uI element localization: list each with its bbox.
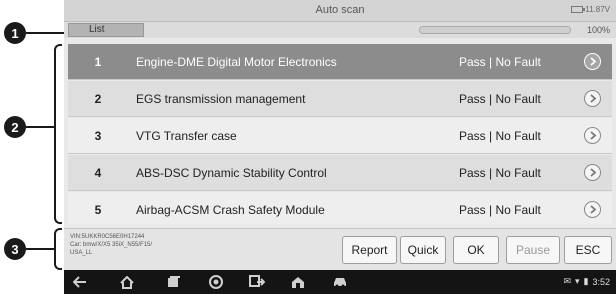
car-text: Car: bmw/X/X5 35iX_N55/F15/: [70, 242, 153, 248]
tab-list[interactable]: List: [68, 23, 144, 37]
diagnostics-home-icon[interactable]: [290, 274, 306, 290]
chevron-right-icon[interactable]: [584, 127, 601, 144]
function-bar: VIN:5UKKR0C56E0H17244 Car: bmw/X/X5 35iX…: [64, 228, 616, 270]
back-icon[interactable]: [72, 274, 88, 290]
system-status-text: Pass | No Fault: [459, 203, 541, 217]
system-name: EGS transmission management: [136, 92, 306, 106]
system-row[interactable]: 5 Airbag-ACSM Crash Safety Module Pass | N…: [68, 192, 612, 224]
quick-button[interactable]: Quick: [400, 236, 446, 264]
system-status-text: Pass | No Fault: [459, 55, 541, 69]
android-nav-bar: ✉ ▾ ▮ 3:52: [64, 270, 616, 294]
vci-icon[interactable]: [249, 274, 265, 290]
scan-progress-text: 100%: [586, 25, 610, 35]
chrome-icon[interactable]: [208, 274, 224, 290]
callout-1-leader: [26, 32, 64, 34]
system-list: 1 Engine-DME Digital Motor Electronics Pas…: [68, 44, 612, 224]
callout-2-bracket: [54, 44, 62, 224]
system-row[interactable]: 2 EGS transmission management Pass | No Fa…: [68, 81, 612, 117]
page-title: Auto scan: [315, 4, 365, 16]
pause-button[interactable]: Pause: [506, 236, 560, 264]
callout-3-bracket: [54, 228, 62, 270]
clock: 3:52: [592, 276, 610, 287]
chevron-right-icon[interactable]: [584, 201, 601, 218]
callout-3: 3: [4, 238, 26, 260]
row-number: 5: [94, 203, 102, 217]
list-toolbar: List 100%: [64, 22, 616, 38]
system-name: Engine-DME Digital Motor Electronics: [136, 55, 337, 69]
row-number: 4: [94, 166, 102, 180]
report-button[interactable]: Report: [342, 236, 397, 264]
recent-apps-icon[interactable]: [166, 274, 182, 290]
chevron-right-icon[interactable]: [584, 90, 601, 107]
system-row[interactable]: 1 Engine-DME Digital Motor Electronics Pas…: [68, 44, 612, 80]
battery-small-icon: ▮: [583, 276, 589, 286]
row-number: 3: [94, 129, 102, 143]
callout-2: 2: [4, 116, 26, 138]
battery-voltage: 11.87V: [585, 5, 610, 14]
system-row[interactable]: 3 VTG Transfer case Pass | No Fault: [68, 118, 612, 154]
system-row[interactable]: 4 ABS-DSC Dynamic Stability Control Pass |…: [68, 155, 612, 191]
chevron-right-icon[interactable]: [584, 53, 601, 70]
scan-progress-bar: [419, 26, 571, 34]
battery-status: 11.87V: [571, 5, 610, 14]
esc-button[interactable]: ESC: [564, 236, 612, 264]
car-icon[interactable]: [332, 274, 348, 290]
row-number: 2: [94, 92, 102, 106]
callout-1: 1: [4, 22, 26, 44]
system-status-text: Pass | No Fault: [459, 166, 541, 180]
callout-3-leader: [26, 248, 54, 250]
system-name: Airbag-ACSM Crash Safety Module: [136, 203, 325, 217]
row-number: 1: [94, 55, 102, 69]
title-bar: Auto scan 11.87V: [64, 0, 616, 22]
callout-2-leader: [26, 126, 54, 128]
vin-text: VIN:5UKKR0C56E0H17244: [70, 234, 145, 240]
system-status: ✉ ▾ ▮ 3:52: [563, 276, 610, 287]
battery-icon: [571, 6, 586, 13]
message-icon: ✉: [563, 276, 571, 286]
home-icon[interactable]: [119, 274, 135, 290]
ok-button[interactable]: OK: [453, 236, 499, 264]
system-status-text: Pass | No Fault: [459, 129, 541, 143]
device-screen: Auto scan 11.87V List 100% 1 Engine-DME D…: [64, 0, 616, 294]
region-text: USA_LL: [70, 250, 93, 256]
vehicle-info: VIN:5UKKR0C56E0H17244 Car: bmw/X/X5 35iX…: [70, 233, 220, 257]
wifi-icon: ▾: [574, 276, 580, 286]
system-name: ABS-DSC Dynamic Stability Control: [136, 166, 327, 180]
system-status-text: Pass | No Fault: [459, 92, 541, 106]
scan-progress-fill: [420, 27, 570, 33]
system-name: VTG Transfer case: [136, 129, 237, 143]
chevron-right-icon[interactable]: [584, 164, 601, 181]
